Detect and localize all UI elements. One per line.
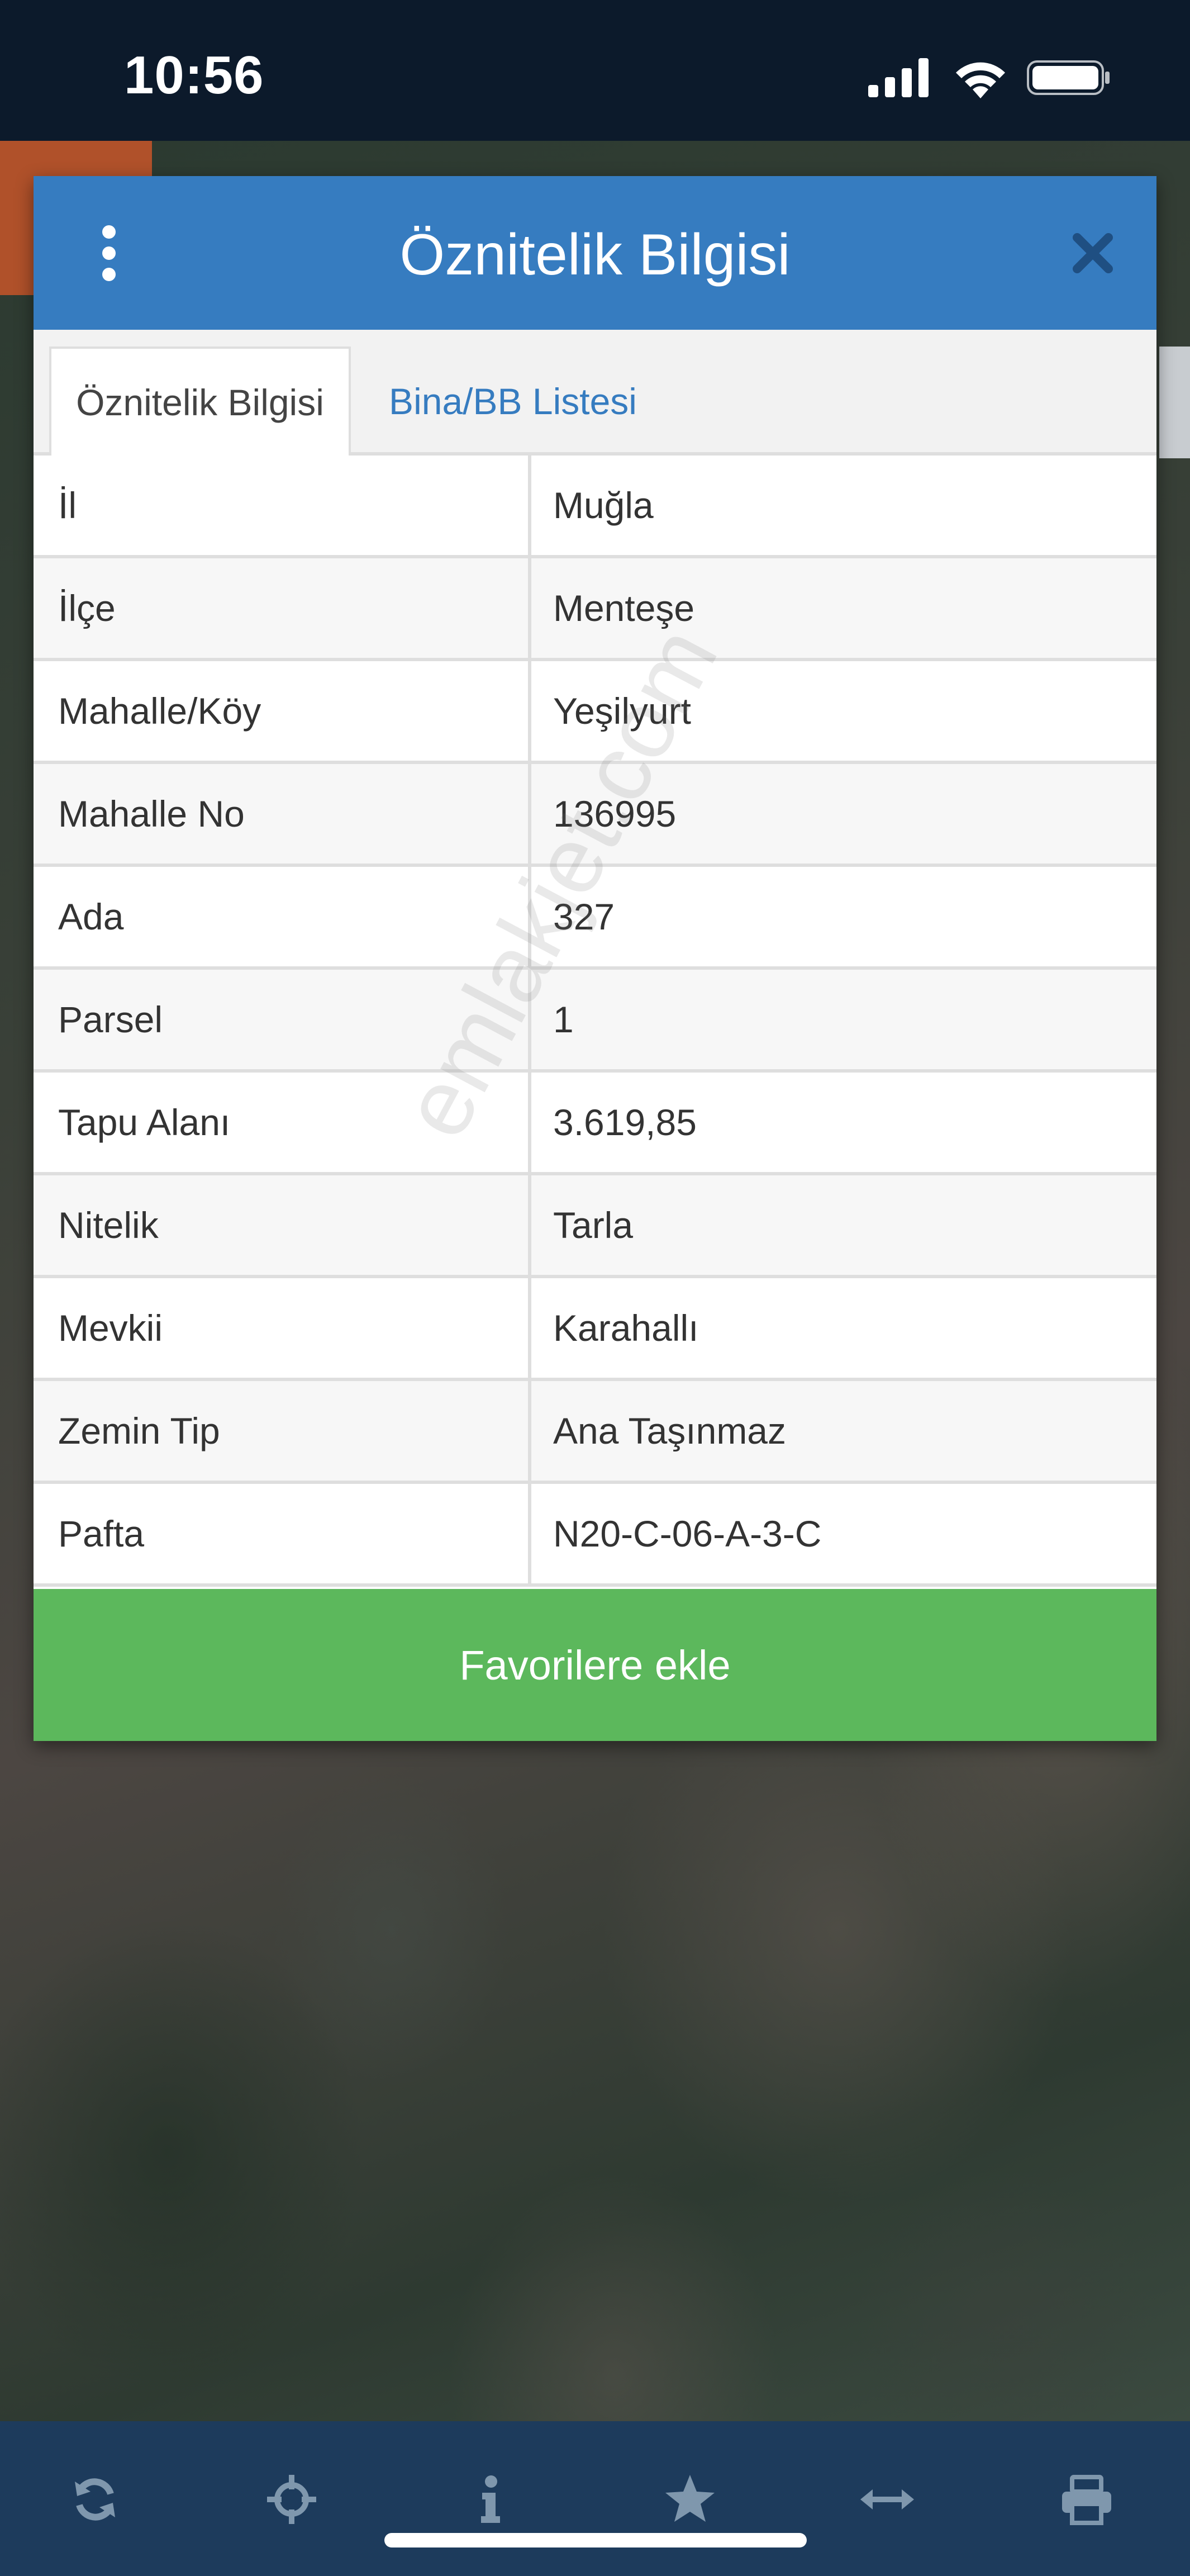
add-to-favorites-button[interactable]: Favorilere ekle [34,1589,1156,1741]
refresh-icon[interactable] [67,2471,123,2527]
table-row: Mahalle/Köy Yeşilyurt [34,661,1156,764]
row-value: Tarla [553,1204,634,1246]
row-key: İlçe [58,587,116,629]
close-icon[interactable] [1070,231,1115,276]
locate-icon[interactable] [264,2471,320,2527]
column-divider [528,867,531,966]
attribute-table: İl Muğla İlçe Menteşe Mahalle/Köy Yeşily… [34,456,1156,1587]
table-row: Pafta N20-C-06-A-3-C [34,1484,1156,1587]
row-key: Parsel [58,999,163,1040]
column-divider [528,558,531,658]
status-time: 10:56 [124,45,264,105]
row-key: Nitelik [58,1204,159,1246]
row-value: Ana Taşınmaz [553,1410,787,1451]
column-divider [528,764,531,864]
table-row: Mevkii Karahallı [34,1278,1156,1381]
star-icon[interactable] [662,2471,718,2527]
column-divider [528,1484,531,1583]
row-value: Yeşilyurt [553,690,692,732]
table-row: İl Muğla [34,456,1156,558]
column-divider [528,1381,531,1481]
row-value: N20-C-06-A-3-C [553,1513,822,1554]
row-key: Mahalle/Köy [58,690,261,732]
column-divider [528,970,531,1069]
row-key: Mevkii [58,1307,163,1349]
row-value: 1 [553,999,574,1040]
row-key: Ada [58,896,124,937]
table-row: İlçe Menteşe [34,558,1156,661]
column-divider [528,456,531,555]
row-key: Pafta [58,1513,145,1554]
print-icon[interactable] [1059,2471,1115,2527]
column-divider [528,661,531,761]
table-row: Tapu Alanı 3.619,85 [34,1073,1156,1175]
tab-bar: Öznitelik Bilgisi Bina/BB Listesi [34,330,1156,456]
table-row: Mahalle No 136995 [34,764,1156,867]
row-value: Menteşe [553,587,695,629]
row-key: Zemin Tip [58,1410,220,1451]
battery-icon [1027,60,1110,95]
table-row: Parsel 1 [34,970,1156,1073]
row-value: 327 [553,896,615,937]
row-key: İl [58,485,77,526]
row-key: Tapu Alanı [58,1102,231,1143]
row-value: 136995 [553,793,677,834]
row-value: Karahallı [553,1307,699,1349]
wifi-icon [956,62,1005,98]
status-bar: 10:56 [0,0,1190,141]
measure-icon[interactable] [859,2471,915,2527]
column-divider [528,1175,531,1275]
tab-building-list[interactable]: Bina/BB Listesi [368,347,658,456]
row-key: Mahalle No [58,793,245,834]
column-divider [528,1278,531,1378]
table-row: Nitelik Tarla [34,1175,1156,1278]
table-row: Ada 327 [34,867,1156,970]
map-side-handle[interactable] [1159,347,1190,458]
dialog-title: Öznitelik Bilgisi [399,222,791,287]
column-divider [528,1073,531,1172]
attribute-dialog: Öznitelik Bilgisi Öznitelik Bilgisi Bina… [34,176,1156,1741]
tab-attribute-info[interactable]: Öznitelik Bilgisi [49,347,351,456]
row-value: 3.619,85 [553,1102,697,1143]
dialog-header: Öznitelik Bilgisi [34,176,1156,330]
bottom-toolbar [0,2421,1190,2576]
table-row: Zemin Tip Ana Taşınmaz [34,1381,1156,1484]
cellular-signal-icon [868,58,929,97]
home-indicator [384,2533,807,2547]
info-icon[interactable] [462,2471,518,2527]
row-value: Muğla [553,485,654,526]
